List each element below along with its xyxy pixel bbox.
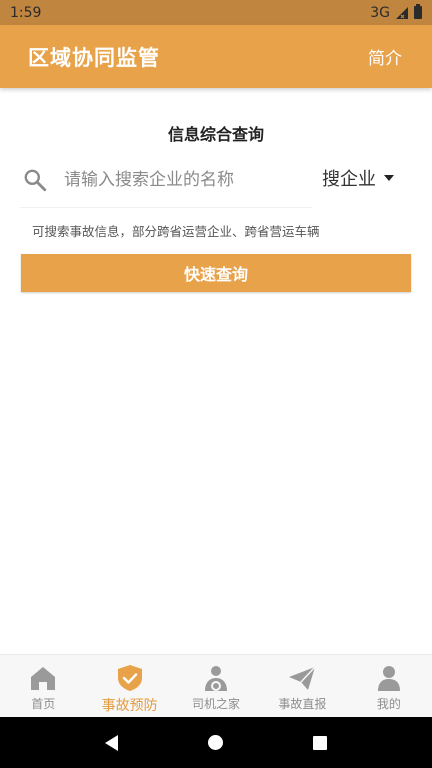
quick-search-button[interactable]: 快速查询 <box>21 254 411 292</box>
search-icon <box>24 169 47 192</box>
app-bar: 区域协同监管 简介 <box>0 25 432 88</box>
nav-item-home[interactable]: 首页 <box>0 655 86 717</box>
bottom-nav: 首页 事故预防 司机之家 事故直报 我的 <box>0 654 432 717</box>
home-icon <box>31 667 56 690</box>
recent-apps-icon[interactable] <box>313 735 327 750</box>
shield-check-icon <box>117 665 142 691</box>
home-button-icon[interactable] <box>208 735 223 750</box>
back-icon[interactable] <box>105 734 118 751</box>
person-icon <box>377 666 400 691</box>
nav-item-accident-report[interactable]: 事故直报 <box>259 655 345 717</box>
signal-icon <box>396 6 408 19</box>
nav-label-driver-home: 司机之家 <box>192 697 241 711</box>
nav-label-mine: 我的 <box>376 697 401 711</box>
search-input[interactable] <box>64 170 294 190</box>
status-time: 1:59 <box>10 4 42 21</box>
nav-item-driver-home[interactable]: 司机之家 <box>173 655 259 717</box>
search-scope-dropdown[interactable]: 搜企业 <box>322 165 394 191</box>
paper-plane-icon <box>289 666 316 690</box>
network-type: 3G <box>370 4 390 21</box>
nav-item-accident-prevention[interactable]: 事故预防 <box>86 655 172 717</box>
status-indicators: 3G <box>370 4 422 21</box>
section-title: 信息综合查询 <box>167 125 264 144</box>
nav-label-home: 首页 <box>31 697 56 711</box>
search-hint: 可搜索事故信息，部分跨省运营企业、跨省营运车辆 <box>32 224 320 239</box>
system-nav-bar <box>0 717 432 768</box>
nav-item-mine[interactable]: 我的 <box>346 655 432 717</box>
caret-down-icon <box>384 175 394 181</box>
app-title: 区域协同监管 <box>28 44 160 70</box>
search-divider <box>20 207 312 208</box>
search-scope-label: 搜企业 <box>322 169 376 190</box>
driver-icon <box>205 666 228 691</box>
nav-label-accident-report: 事故直报 <box>278 697 327 711</box>
battery-icon <box>414 4 422 19</box>
intro-button[interactable]: 简介 <box>368 44 402 69</box>
status-bar: 1:59 3G <box>0 0 432 25</box>
nav-label-accident-prevention: 事故预防 <box>101 698 158 714</box>
